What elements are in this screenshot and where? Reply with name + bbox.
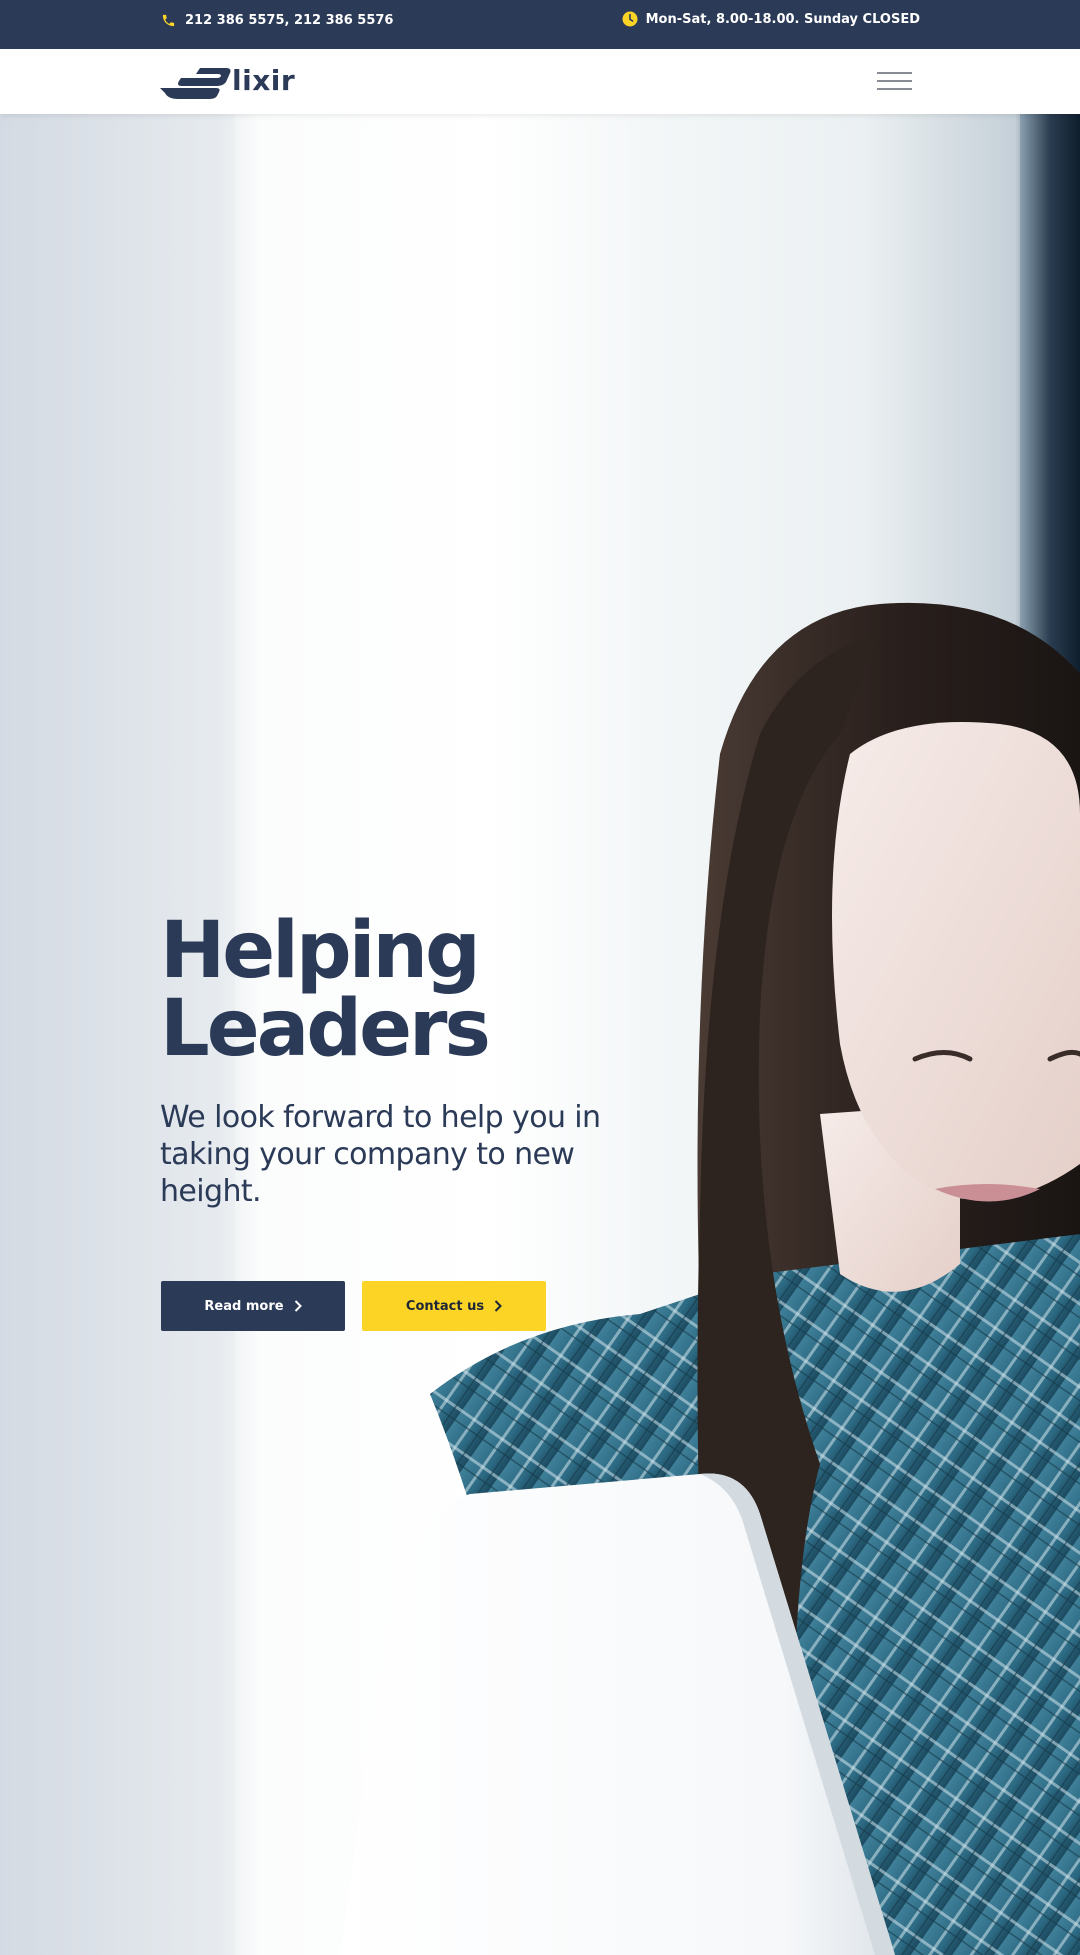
logo-wordmark: lixir <box>232 64 296 97</box>
phone-icon <box>161 13 176 28</box>
elixir-logo[interactable]: lixir <box>160 62 295 102</box>
read-more-label: Read more <box>204 1298 284 1314</box>
opening-hours-text: Mon-Sat, 8.00-18.00. Sunday CLOSED <box>645 11 920 27</box>
hamburger-menu-icon[interactable] <box>877 72 912 93</box>
phone-numbers: 212 386 5575, 212 386 5576 <box>185 12 394 28</box>
hero-section: Helping Leaders We look forward to help … <box>0 114 1080 1955</box>
contact-us-label: Contact us <box>405 1298 485 1314</box>
contact-us-button[interactable]: Contact us <box>362 1281 546 1331</box>
chevron-right-icon <box>494 1300 502 1312</box>
chevron-right-icon <box>294 1300 302 1312</box>
contact-phone[interactable]: 212 386 5575, 212 386 5576 <box>161 0 393 40</box>
hero-title: Helping Leaders <box>160 912 620 1068</box>
read-more-button[interactable]: Read more <box>161 1281 345 1331</box>
hero-subtitle: We look forward to help you in taking yo… <box>160 1100 601 1209</box>
top-info-bar: 212 386 5575, 212 386 5576 Mon-Sat, 8.00… <box>0 0 1080 49</box>
hero-title-line-1: Helping <box>160 906 481 996</box>
logo-mark-icon <box>160 68 231 99</box>
clock-icon <box>622 11 638 27</box>
hero-title-line-2: Leaders <box>160 984 491 1074</box>
site-header: lixir <box>0 49 1080 114</box>
opening-hours: Mon-Sat, 8.00-18.00. Sunday CLOSED <box>622 0 920 38</box>
